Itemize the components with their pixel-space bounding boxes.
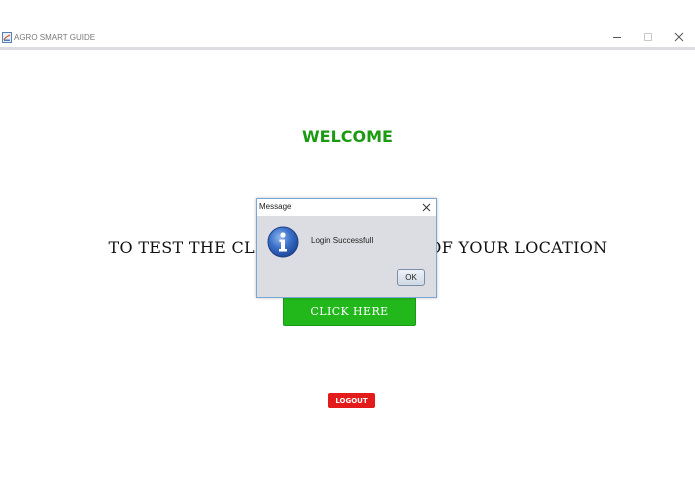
- welcome-heading: WELCOME: [302, 127, 393, 146]
- dialog-message: Login Successfull: [311, 236, 374, 245]
- window-title: AGRO SMART GUIDE: [14, 33, 96, 42]
- info-icon: [267, 226, 299, 258]
- close-icon: [674, 32, 684, 42]
- close-icon: [422, 203, 431, 212]
- titlebar-divider: [0, 47, 695, 50]
- message-dialog: Message Login Successfull OK: [256, 198, 437, 298]
- dialog-titlebar[interactable]: Message: [257, 199, 436, 216]
- window-titlebar[interactable]: [0, 28, 695, 47]
- dialog-title: Message: [259, 202, 292, 211]
- minimize-button[interactable]: [607, 29, 627, 45]
- app-window: AGRO SMART GUIDE WELCOME TO TEST THE CLI…: [0, 0, 695, 494]
- maximize-icon: [644, 33, 652, 41]
- minimize-icon: [613, 37, 621, 38]
- ok-button[interactable]: OK: [397, 269, 425, 286]
- java-app-icon: [2, 32, 12, 43]
- click-here-button[interactable]: CLICK HERE: [283, 296, 416, 326]
- logout-button[interactable]: LOGOUT: [328, 393, 375, 408]
- dialog-close-button[interactable]: [420, 201, 433, 214]
- maximize-button[interactable]: [638, 29, 658, 45]
- close-window-button[interactable]: [669, 29, 689, 45]
